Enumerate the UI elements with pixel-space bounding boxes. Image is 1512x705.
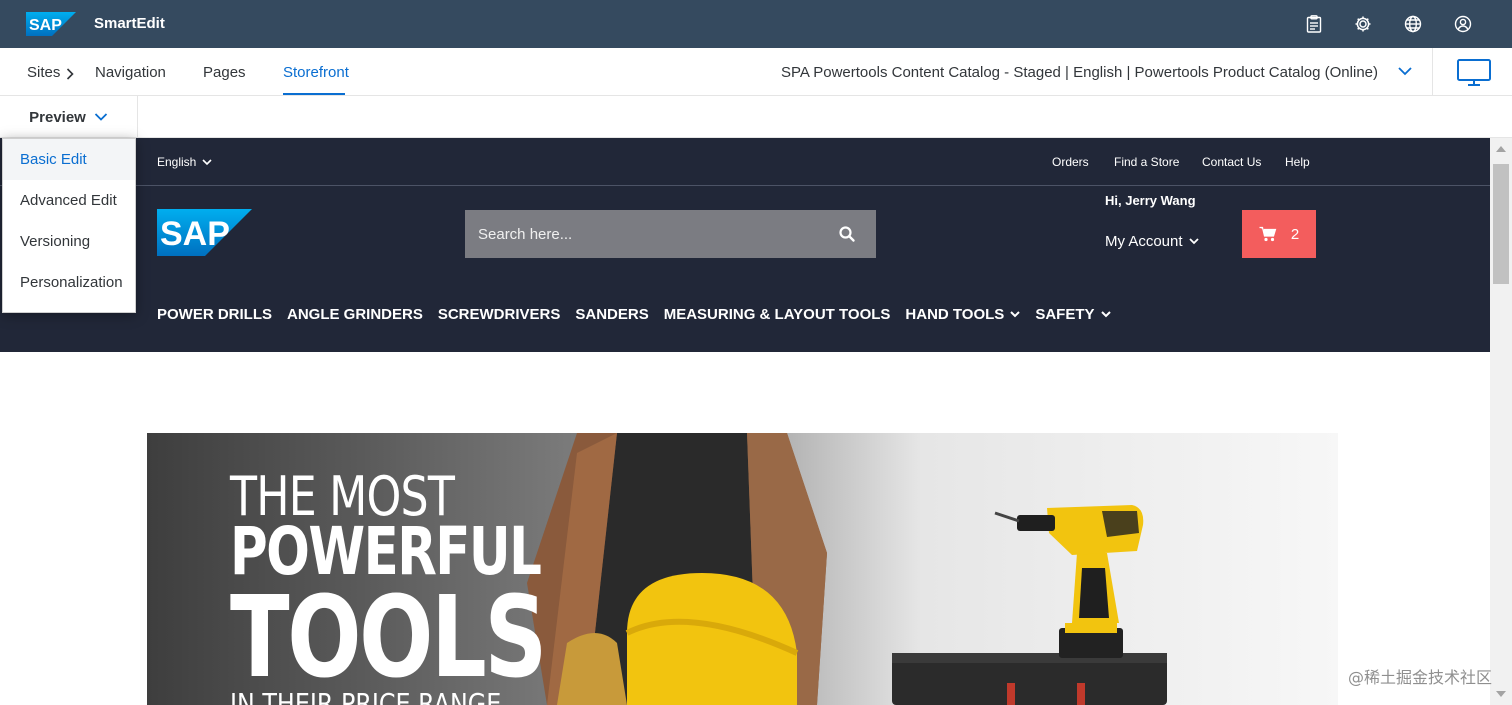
perspective-label: Preview	[29, 108, 86, 126]
storefront-header: English Orders Find a Store Contact Us H…	[0, 138, 1490, 352]
perspective-selector[interactable]: Preview	[0, 96, 138, 138]
vertical-scrollbar[interactable]	[1490, 138, 1512, 705]
user-icon[interactable]	[1451, 12, 1475, 36]
hero-headline-line4: IN THEIR PRICE RANGE	[230, 687, 502, 705]
scroll-up-arrow[interactable]	[1496, 146, 1506, 152]
language-label: English	[157, 155, 197, 169]
chevron-down-icon	[1188, 238, 1199, 245]
chevron-down-icon	[94, 113, 107, 121]
divider	[0, 185, 1490, 186]
mini-cart-button[interactable]: 2	[1242, 210, 1316, 258]
nav-screwdrivers[interactable]: SCREWDRIVERS	[438, 306, 561, 323]
toolbar-divider	[1432, 48, 1433, 96]
desktop-device-icon[interactable]	[1456, 58, 1492, 88]
app-title: SmartEdit	[94, 15, 165, 32]
nav-safety-label: SAFETY	[1035, 306, 1095, 323]
help-link[interactable]: Help	[1285, 155, 1310, 169]
svg-text:SAP: SAP	[29, 17, 62, 34]
search-input[interactable]	[478, 225, 818, 243]
nav-hand-tools[interactable]: HAND TOOLS	[905, 306, 1021, 323]
nav-power-drills[interactable]: POWER DRILLS	[157, 306, 272, 323]
nav-angle-grinders[interactable]: ANGLE GRINDERS	[287, 306, 423, 323]
find-store-link[interactable]: Find a Store	[1114, 155, 1179, 169]
sap-logo[interactable]: SAP	[26, 12, 76, 36]
scrollbar-thumb[interactable]	[1493, 164, 1509, 284]
active-tab-indicator	[283, 93, 345, 95]
contact-link[interactable]: Contact Us	[1202, 155, 1261, 169]
perspective-option-versioning[interactable]: Versioning	[3, 221, 135, 262]
user-greeting: Hi, Jerry Wang	[1105, 193, 1196, 208]
chevron-down-icon	[1010, 311, 1021, 318]
category-nav: POWER DRILLS ANGLE GRINDERS SCREWDRIVERS…	[157, 306, 1111, 323]
perspective-bar: Preview	[0, 96, 1512, 138]
chevron-down-icon	[1100, 311, 1111, 318]
perspective-option-personalization[interactable]: Personalization	[3, 262, 135, 303]
toolbar: Sites Navigation Pages Storefront SPA Po…	[0, 48, 1512, 96]
scroll-down-arrow[interactable]	[1496, 691, 1506, 697]
my-account-label: My Account	[1105, 233, 1183, 250]
shell-header: SAP SmartEdit	[0, 0, 1512, 48]
nav-sanders[interactable]: SANDERS	[575, 306, 648, 323]
storefront-logo[interactable]: SAP	[157, 209, 252, 256]
storefront-frame: English Orders Find a Store Contact Us H…	[0, 138, 1490, 705]
chevron-down-icon	[202, 158, 212, 165]
clipboard-icon[interactable]	[1302, 12, 1326, 36]
my-account-dropdown[interactable]: My Account	[1105, 233, 1199, 250]
gear-icon[interactable]	[1351, 12, 1375, 36]
nav-measuring[interactable]: MEASURING & LAYOUT TOOLS	[664, 306, 891, 323]
catalog-version-label[interactable]: SPA Powertools Content Catalog - Staged …	[781, 64, 1378, 81]
chevron-down-icon[interactable]	[1396, 62, 1414, 80]
globe-icon[interactable]	[1401, 12, 1425, 36]
cart-icon	[1259, 226, 1277, 242]
hero-headline-line3: TOOLS	[230, 573, 547, 703]
tab-pages[interactable]: Pages	[203, 64, 246, 81]
svg-text:SAP: SAP	[160, 215, 230, 253]
nav-hand-tools-label: HAND TOOLS	[905, 306, 1005, 323]
perspective-menu: Basic Edit Advanced Edit Versioning Pers…	[2, 138, 136, 313]
nav-safety[interactable]: SAFETY	[1035, 306, 1111, 323]
tab-storefront[interactable]: Storefront	[283, 64, 349, 81]
search-box	[465, 210, 876, 258]
perspective-option-basic-edit[interactable]: Basic Edit	[3, 139, 135, 180]
cart-count: 2	[1290, 225, 1300, 243]
tab-navigation[interactable]: Navigation	[95, 64, 166, 81]
orders-link[interactable]: Orders	[1052, 155, 1089, 169]
language-selector[interactable]: English	[157, 155, 212, 169]
chevron-right-icon	[66, 68, 74, 80]
breadcrumb-sites[interactable]: Sites	[27, 64, 60, 81]
watermark: @稀土掘金技术社区	[1347, 668, 1492, 687]
hero-banner[interactable]: THE MOST POWERFUL TOOLS IN THEIR PRICE R…	[147, 433, 1338, 705]
perspective-option-advanced-edit[interactable]: Advanced Edit	[3, 180, 135, 221]
search-icon[interactable]	[838, 225, 856, 243]
